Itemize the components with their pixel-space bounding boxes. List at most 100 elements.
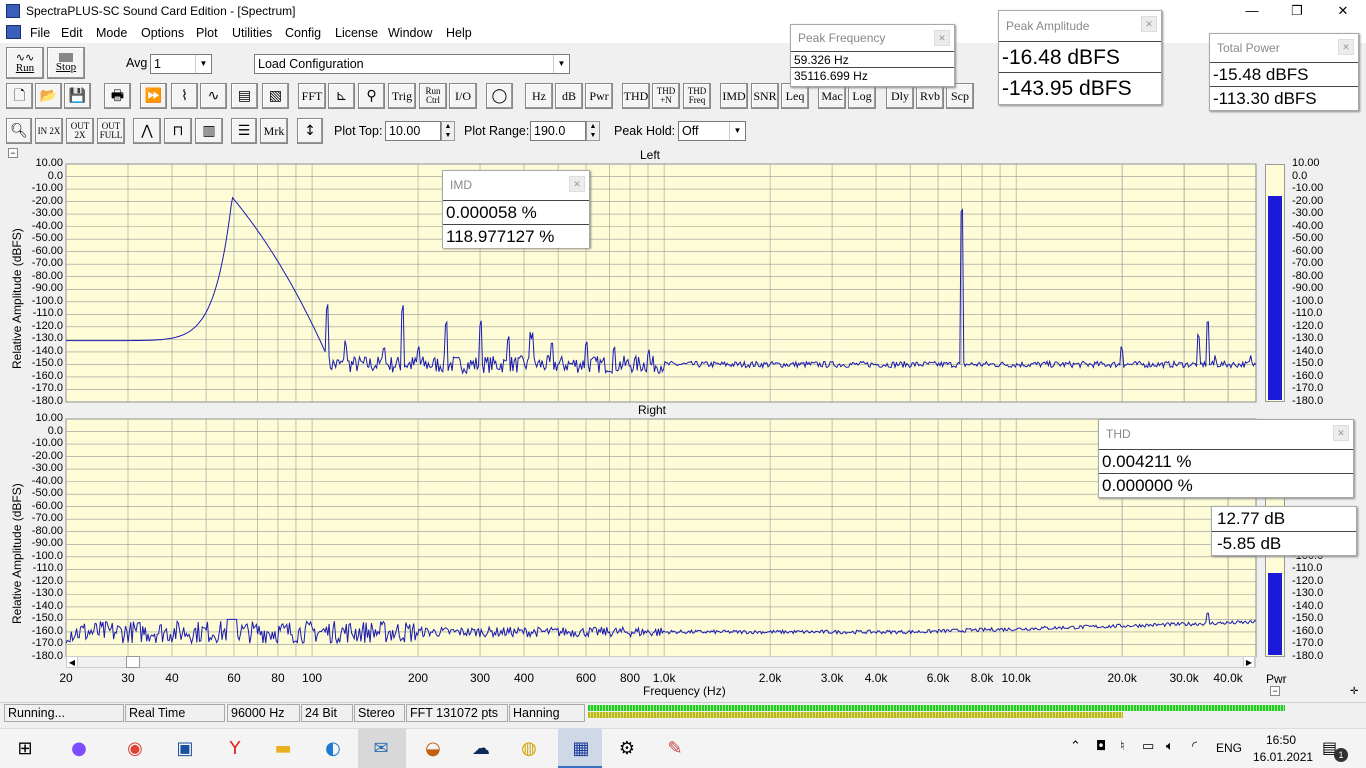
right-y-tick: -150.0 [31, 612, 63, 625]
right-y-tick: -40.00 [31, 474, 63, 487]
left-meter-tick: -90.00 [1292, 282, 1324, 295]
scroll-right-icon[interactable]: ▶ [1243, 656, 1255, 668]
browser-icon[interactable]: ◐ [318, 734, 348, 762]
close-icon[interactable]: ✕ [1333, 425, 1349, 441]
right-meter-tick: -110.0 [1292, 562, 1323, 575]
imd-right: 118.977127 % [443, 224, 589, 248]
left-y-tick: -90.00 [31, 282, 63, 295]
left-meter-tick: 0.0 [1292, 169, 1308, 182]
peak-frequency-left: 59.326 Hz [791, 51, 954, 67]
right-y-tick: -10.00 [31, 437, 63, 450]
total-power-title: Total Power [1210, 34, 1358, 62]
left-y-tick: 10.00 [35, 157, 63, 169]
yandex-icon[interactable]: Y [220, 734, 250, 762]
thd-panel[interactable]: THD ✕ 0.004211 % 0.000000 % [1098, 419, 1354, 498]
left-y-tick: -70.00 [31, 257, 63, 270]
file-explorer-icon[interactable]: ▬ [268, 734, 298, 762]
peak-frequency-right: 35116.699 Hz [791, 67, 954, 83]
x-tick: 400 [514, 671, 535, 685]
chevron-up-icon[interactable]: ⌃ [1070, 739, 1081, 754]
close-icon[interactable]: ✕ [569, 176, 585, 192]
close-icon[interactable]: ✕ [1141, 16, 1157, 32]
right-y-tick: -170.0 [31, 637, 63, 650]
volume-icon[interactable]: 🔈︎ [1166, 739, 1174, 754]
left-y-tick: -30.00 [31, 207, 63, 220]
imd-panel[interactable]: IMD ✕ 0.000058 % 118.977127 % [442, 170, 590, 248]
clock-time[interactable]: 16:50 [1266, 733, 1296, 747]
total-power-left: -15.48 dBFS [1210, 62, 1358, 86]
spectrum-plots[interactable] [0, 0, 1366, 768]
right-meter-tick: -160.0 [1292, 624, 1324, 637]
scroll-left-icon[interactable]: ◀ [66, 656, 78, 668]
windows-start-icon[interactable]: ⊞ [10, 734, 40, 762]
right-level-bar [588, 712, 1123, 718]
right-y-tick: -70.00 [31, 512, 63, 525]
horizontal-scrollbar[interactable] [66, 656, 1256, 668]
left-y-tick: 0.0 [47, 169, 63, 182]
peak-amplitude-left: -16.48 dBFS [999, 41, 1161, 72]
right-meter-tick: -150.0 [1292, 612, 1324, 625]
status-mode: Real Time [125, 704, 225, 722]
right-y-tick: -30.00 [31, 462, 63, 475]
left-y-tick: -110.0 [32, 307, 63, 320]
total-power-panel[interactable]: Total Power ✕ -15.48 dBFS -113.30 dBFS [1209, 33, 1359, 111]
left-y-tick: -60.00 [31, 244, 63, 257]
peak-amplitude-panel[interactable]: Peak Amplitude ✕ -16.48 dBFS -143.95 dBF… [998, 10, 1162, 105]
network-app-icon[interactable]: ◒ [418, 734, 448, 762]
close-icon[interactable]: ✕ [934, 30, 950, 46]
language-indicator[interactable]: ENG [1216, 741, 1242, 755]
snr-panel[interactable]: 12.77 dB -5.85 dB [1211, 506, 1357, 556]
paint-icon[interactable]: ✎ [660, 734, 690, 762]
x-tick: 10.0k [1001, 671, 1031, 685]
close-icon[interactable]: ✕ [1338, 39, 1354, 55]
left-y-tick: -160.0 [31, 369, 63, 382]
status-sample-rate: 96000 Hz [227, 704, 300, 722]
settings-gear-icon[interactable]: ⚙ [612, 734, 642, 762]
1c-icon[interactable]: ◍ [514, 734, 544, 762]
save-icon[interactable]: ▣ [170, 734, 200, 762]
left-meter-tick: -100.0 [1292, 294, 1324, 307]
snr-left: 12.77 dB [1212, 507, 1356, 531]
right-y-tick: -160.0 [31, 624, 63, 637]
x-tick: 40.0k [1213, 671, 1243, 685]
right-y-tick: -50.00 [31, 487, 63, 500]
left-y-tick: -100.0 [31, 294, 63, 307]
thd-right: 0.000000 % [1099, 473, 1353, 497]
x-tick: 30 [121, 671, 135, 685]
left-meter-tick: -80.00 [1292, 269, 1324, 282]
wifi-icon[interactable]: ◜ [1192, 739, 1197, 754]
meter-collapse-icon[interactable]: − [1270, 686, 1280, 696]
notification-count: 1 [1334, 748, 1348, 762]
chrome-icon[interactable]: ◉ [120, 734, 150, 762]
scroll-thumb[interactable] [126, 656, 140, 668]
right-y-tick: -80.00 [31, 524, 63, 537]
left-y-tick: -10.00 [31, 182, 63, 195]
right-meter-tick: -130.0 [1292, 587, 1324, 600]
meter-label: Pwr [1266, 672, 1287, 686]
microphone-icon[interactable]: ♮ [1120, 739, 1125, 754]
assistant-icon[interactable]: ● [64, 734, 94, 762]
right-y-tick: 10.00 [35, 412, 63, 424]
x-tick: 800 [619, 671, 641, 685]
snr-right: -5.85 dB [1212, 531, 1356, 555]
peak-amplitude-title: Peak Amplitude [999, 11, 1161, 41]
resize-icon[interactable]: ✛ [1350, 686, 1358, 697]
x-tick: 1.0k [652, 671, 676, 685]
left-y-tick: -150.0 [31, 357, 63, 370]
left-y-tick: -180.0 [31, 395, 63, 407]
left-meter-tick: -30.00 [1292, 207, 1324, 220]
left-meter-tick: -150.0 [1292, 357, 1324, 370]
peak-frequency-panel[interactable]: Peak Frequency ✕ 59.326 Hz 35116.699 Hz [790, 24, 955, 87]
x-tick: 80 [271, 671, 285, 685]
camera-icon[interactable]: ◘ [1096, 739, 1106, 754]
status-fft-size: FFT 131072 pts [406, 704, 508, 722]
clock-date[interactable]: 16.01.2021 [1253, 750, 1313, 764]
left-y-tick: -50.00 [31, 232, 63, 245]
left-meter-tick: -160.0 [1292, 369, 1324, 382]
battery-icon[interactable]: ▭ [1142, 739, 1154, 754]
x-tick: 30.0k [1169, 671, 1199, 685]
status-bit-depth: 24 Bit [301, 704, 353, 722]
cloud-icon[interactable]: ☁ [466, 734, 496, 762]
mail-icon[interactable]: ✉ [366, 734, 396, 762]
x-tick: 40 [165, 671, 179, 685]
